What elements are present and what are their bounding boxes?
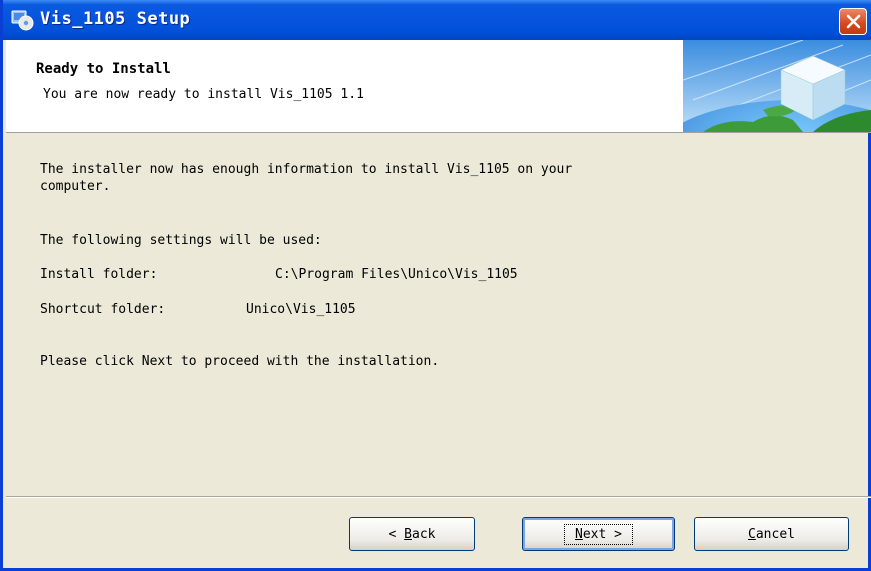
window-title: Vis_1105 Setup (40, 9, 191, 29)
back-button[interactable]: < Back (349, 517, 475, 551)
setup-app-icon (11, 9, 35, 31)
close-icon (846, 14, 861, 29)
close-button[interactable] (839, 8, 867, 35)
page-subtitle: You are now ready to install Vis_1105 1.… (43, 87, 364, 102)
install-folder-label: Install folder: (40, 267, 158, 282)
proceed-instruction: Please click Next to proceed with the in… (40, 354, 440, 369)
globe-cube-graphic (683, 40, 871, 132)
intro-line-1: The installer now has enough information… (40, 162, 573, 177)
header-panel: Ready to Install You are now ready to in… (6, 40, 871, 133)
footer-divider (6, 496, 871, 498)
cancel-button[interactable]: Cancel (694, 517, 849, 551)
next-button-label: Next > (564, 523, 633, 545)
setup-window: Vis_1105 Setup Ready to Install You are … (0, 0, 871, 571)
page-title: Ready to Install (36, 61, 171, 77)
settings-heading: The following settings will be used: (40, 233, 322, 248)
intro-line-2: computer. (40, 179, 111, 194)
next-button[interactable]: Next > (522, 517, 675, 551)
title-bar[interactable]: Vis_1105 Setup (3, 0, 871, 40)
cancel-button-label: Cancel (748, 526, 795, 542)
shortcut-folder-value: Unico\Vis_1105 (246, 302, 356, 317)
shortcut-folder-label: Shortcut folder: (40, 302, 166, 317)
back-button-label: < Back (388, 526, 436, 542)
install-folder-value: C:\Program Files\Unico\Vis_1105 (275, 267, 518, 282)
